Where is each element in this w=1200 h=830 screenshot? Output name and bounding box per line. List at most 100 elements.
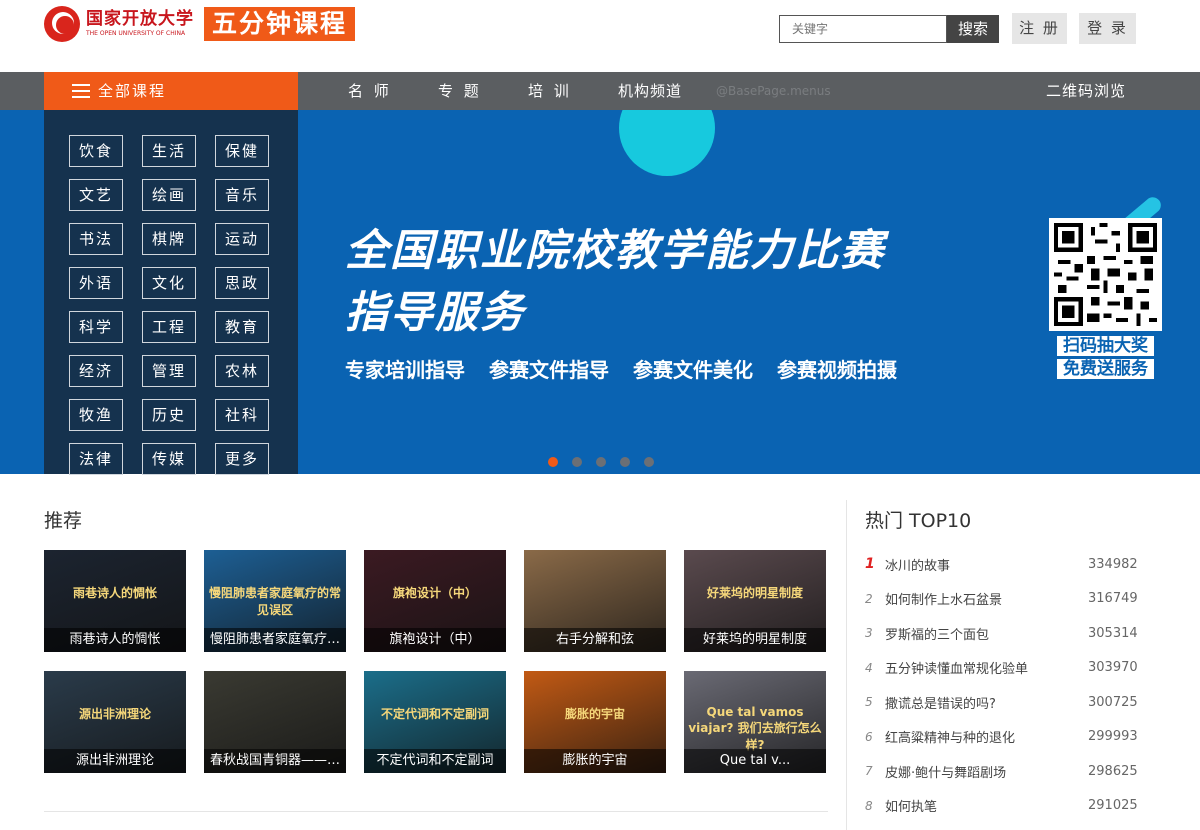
thumbnail-text: 旗袍设计（中） — [392, 586, 477, 600]
course-card[interactable]: 膨胀的宇宙 膨胀的宇宙 — [524, 671, 666, 773]
course-card[interactable]: 雨巷诗人的惆怅 雨巷诗人的惆怅 — [44, 550, 186, 652]
category-panel: 饮食 生活 保健文艺 绘画 音乐书法 棋牌 运动外语 文化 思政科学 工程 教育经济 管理 农林牧渔 历史… — [44, 110, 298, 475]
category-button[interactable]: 更多 — [215, 443, 269, 475]
course-card[interactable]: Que tal vamos viajar? 我们去旅行怎么样? Que tal v… — [684, 671, 826, 773]
menu-icon — [72, 84, 90, 98]
course-card[interactable]: 源出非洲理论 源出非洲理论 — [44, 671, 186, 773]
thumbnail-text: 好莱坞的明星制度 — [706, 586, 803, 600]
category-button[interactable]: 历史 — [142, 399, 196, 431]
hot-rank: 8 — [865, 798, 873, 813]
thumbnail-text: 源出非洲理论 — [78, 707, 151, 721]
category-button[interactable]: 棋牌 — [142, 223, 196, 255]
all-courses-menu[interactable]: 全部课程 — [44, 72, 298, 110]
hot-name: 如何执笔 — [885, 800, 938, 816]
category-button[interactable]: 饮食 — [69, 135, 123, 167]
carousel-dot[interactable] — [548, 457, 558, 467]
carousel-dots — [548, 457, 654, 467]
nav-training[interactable]: 培 训 — [528, 72, 572, 110]
register-button[interactable]: 注 册 — [1012, 13, 1067, 44]
qr-caption: 扫码抽大奖 免费送服务 — [1049, 336, 1162, 379]
qr-code — [1049, 218, 1162, 331]
category-button[interactable]: 运动 — [215, 223, 269, 255]
course-caption: 雨巷诗人的惆怅 — [44, 628, 186, 652]
hot-name: 如何制作上水石盆景 — [885, 593, 1003, 609]
hot-name: 冰川的故事 — [885, 558, 951, 574]
recommend-title: 推荐 — [44, 510, 83, 532]
search-button[interactable]: 搜索 — [947, 15, 999, 43]
hot-view-count: 299993 — [1088, 729, 1138, 745]
hot-item[interactable]: 7 皮娜·鲍什与舞蹈剧场 298625 — [865, 754, 1140, 789]
category-button[interactable]: 经济 — [69, 355, 123, 387]
hot-title: 热门 TOP10 — [865, 510, 972, 532]
carousel-dot[interactable] — [620, 457, 630, 467]
course-caption: 膨胀的宇宙 — [524, 749, 666, 773]
carousel-dot[interactable] — [572, 457, 582, 467]
category-button[interactable]: 教育 — [215, 311, 269, 343]
category-button[interactable]: 牧渔 — [69, 399, 123, 431]
site-header: 国家开放大学 THE OPEN UNIVERSITY OF CHINA 五分钟课… — [0, 0, 1200, 72]
hot-view-count: 334982 — [1088, 556, 1138, 572]
main-nav: 全部课程 名 师 专 题 培 训 机构频道 @BasePage.menus 二维… — [0, 72, 1200, 110]
nav-qr-browse[interactable]: 二维码浏览 — [1046, 72, 1126, 110]
hot-item[interactable]: 2 如何制作上水石盆景 316749 — [865, 582, 1140, 617]
course-card[interactable]: 旗袍设计（中） 旗袍设计（中） — [364, 550, 506, 652]
hot-item[interactable]: 6 红高粱精神与种的退化 299993 — [865, 720, 1140, 755]
course-caption: 好莱坞的明星制度 — [684, 628, 826, 652]
hot-rank: 1 — [865, 556, 875, 573]
nav-teachers[interactable]: 名 师 — [348, 72, 392, 110]
course-caption: 右手分解和弦 — [524, 628, 666, 652]
carousel-dot[interactable] — [596, 457, 606, 467]
hot-name: 撒谎总是错误的吗? — [885, 696, 996, 712]
category-button[interactable]: 保健 — [215, 135, 269, 167]
column-divider — [846, 500, 847, 830]
hot-item[interactable]: 3 罗斯福的三个面包 305314 — [865, 616, 1140, 651]
hot-rank: 3 — [865, 626, 873, 641]
qr-caption-line2: 免费送服务 — [1057, 359, 1154, 379]
course-caption: 不定代词和不定副词 — [364, 749, 506, 773]
nav-topics[interactable]: 专 题 — [438, 72, 482, 110]
nav-institutions[interactable]: 机构频道 — [618, 72, 682, 110]
category-button[interactable]: 文艺 — [69, 179, 123, 211]
category-button[interactable]: 思政 — [215, 267, 269, 299]
course-card[interactable]: 慢阻肺患者家庭氧疗的常见误区 慢阻肺患者家庭氧疗… — [204, 550, 346, 652]
course-card[interactable]: 右手分解和弦 — [524, 550, 666, 652]
qr-caption-line1: 扫码抽大奖 — [1057, 336, 1154, 356]
decorative-circle — [619, 110, 715, 176]
qr-code-icon — [1054, 223, 1157, 326]
hot-item[interactable]: 4 五分钟读懂血常规化验单 303970 — [865, 651, 1140, 686]
category-button[interactable]: 书法 — [69, 223, 123, 255]
course-caption: Que tal v... — [684, 749, 826, 773]
banner-title-line2: 指导服务 — [345, 288, 525, 338]
hot-item[interactable]: 8 如何执笔 291025 — [865, 789, 1140, 824]
hot-item[interactable]: 5 撒谎总是错误的吗? 300725 — [865, 685, 1140, 720]
hot-view-count: 300725 — [1088, 694, 1138, 710]
category-button[interactable]: 管理 — [142, 355, 196, 387]
course-card[interactable]: 不定代词和不定副词 不定代词和不定副词 — [364, 671, 506, 773]
brand-title: 五分钟课程 — [204, 7, 356, 41]
category-button[interactable]: 绘画 — [142, 179, 196, 211]
category-button[interactable]: 文化 — [142, 267, 196, 299]
category-button[interactable]: 工程 — [142, 311, 196, 343]
category-button[interactable]: 外语 — [69, 267, 123, 299]
search-input[interactable] — [779, 15, 947, 43]
hot-item[interactable]: 1 冰川的故事 334982 — [865, 547, 1140, 582]
category-button[interactable]: 社科 — [215, 399, 269, 431]
banner-sub-item: 参赛文件指导 — [489, 358, 609, 382]
hot-view-count: 305314 — [1088, 625, 1138, 641]
category-button[interactable]: 法律 — [69, 443, 123, 475]
carousel-dot[interactable] — [644, 457, 654, 467]
category-button[interactable]: 科学 — [69, 311, 123, 343]
category-button[interactable]: 音乐 — [215, 179, 269, 211]
hot-rank: 4 — [865, 660, 873, 675]
category-button[interactable]: 传媒 — [142, 443, 196, 475]
all-courses-label: 全部课程 — [98, 82, 167, 100]
course-card[interactable]: 春秋战国青铜器——… — [204, 671, 346, 773]
banner-title-line1: 全国职业院校教学能力比赛 — [345, 226, 885, 276]
category-button[interactable]: 农林 — [215, 355, 269, 387]
course-card[interactable]: 好莱坞的明星制度 好莱坞的明星制度 — [684, 550, 826, 652]
category-button[interactable]: 生活 — [142, 135, 196, 167]
login-button[interactable]: 登 录 — [1079, 13, 1136, 44]
site-logo[interactable]: 国家开放大学 THE OPEN UNIVERSITY OF CHINA 五分钟课… — [44, 6, 356, 42]
hot-view-count: 291025 — [1088, 798, 1138, 814]
logo-en: THE OPEN UNIVERSITY OF CHINA — [86, 30, 186, 37]
